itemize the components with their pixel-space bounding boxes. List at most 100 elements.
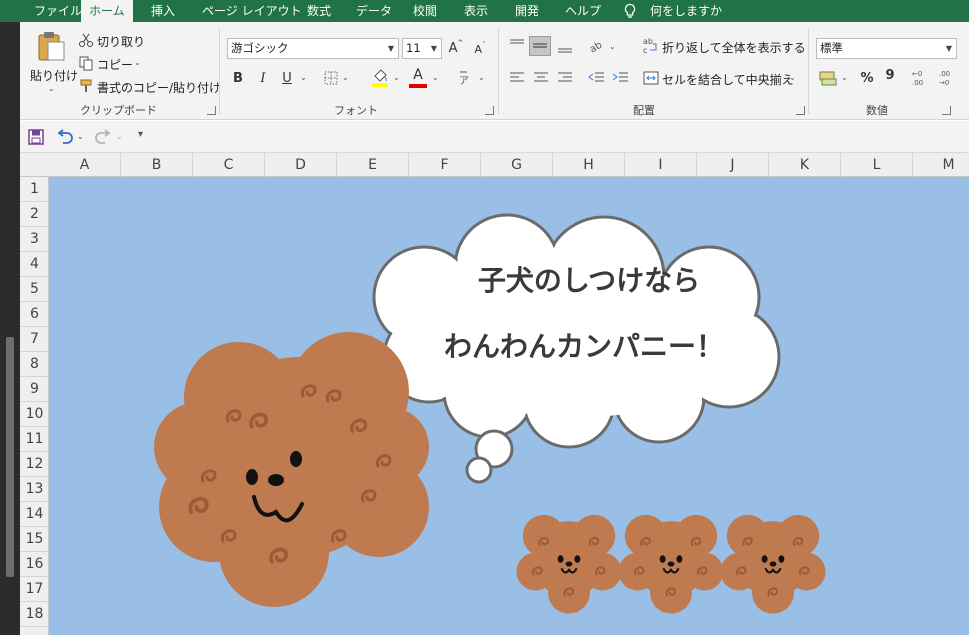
- redo-icon[interactable]: [94, 129, 112, 145]
- row-header-14[interactable]: 14: [20, 502, 49, 527]
- column-header-m[interactable]: M: [913, 153, 969, 177]
- percent-button[interactable]: %: [858, 69, 876, 87]
- tab-review[interactable]: 校閲: [405, 0, 445, 22]
- copy-dropdown-arrow[interactable]: ⌄: [134, 58, 141, 67]
- row-header-9[interactable]: 9: [20, 377, 49, 402]
- save-icon[interactable]: [28, 129, 44, 145]
- borders-dropdown-arrow[interactable]: ⌄: [342, 73, 349, 82]
- font-size-select[interactable]: 11 ▼: [402, 38, 442, 59]
- fill-color-icon[interactable]: [371, 68, 389, 88]
- tab-page-layout[interactable]: ページ レイアウト: [194, 0, 310, 22]
- font-launcher-icon[interactable]: [485, 106, 494, 115]
- currency-dropdown-arrow[interactable]: ⌄: [841, 73, 848, 82]
- column-header-c[interactable]: C: [193, 153, 265, 177]
- tab-data[interactable]: データ: [348, 0, 400, 22]
- clipboard-launcher-icon[interactable]: [207, 106, 216, 115]
- bold-button[interactable]: B: [229, 69, 247, 87]
- tab-view[interactable]: 表示: [456, 0, 496, 22]
- redo-dropdown-arrow[interactable]: ⌄: [116, 132, 123, 141]
- fill-color-dropdown-arrow[interactable]: ⌄: [393, 73, 400, 82]
- row-header-16[interactable]: 16: [20, 552, 49, 577]
- column-header-j[interactable]: J: [697, 153, 769, 177]
- row-header-18[interactable]: 18: [20, 602, 49, 627]
- decrease-indent-icon[interactable]: [587, 70, 605, 86]
- row-header-12[interactable]: 12: [20, 452, 49, 477]
- align-right-icon[interactable]: [556, 70, 574, 86]
- increase-indent-icon[interactable]: [611, 70, 629, 86]
- alignment-launcher-icon[interactable]: [796, 106, 805, 115]
- tab-formulas[interactable]: 数式: [299, 0, 339, 22]
- row-header-17[interactable]: 17: [20, 577, 49, 602]
- underline-button[interactable]: U: [278, 69, 296, 87]
- number-launcher-icon[interactable]: [942, 106, 951, 115]
- svg-text:←0: ←0: [912, 70, 922, 78]
- underline-dropdown-arrow[interactable]: ⌄: [300, 73, 307, 82]
- borders-icon[interactable]: [323, 70, 339, 86]
- format-painter-button[interactable]: 書式のコピー/貼り付け: [97, 79, 221, 96]
- phonetic-dropdown-arrow[interactable]: ⌄: [478, 73, 485, 82]
- copy-button[interactable]: コピー: [97, 56, 133, 73]
- wrap-text-button[interactable]: 折り返して全体を表示する: [662, 39, 806, 56]
- tell-me-search[interactable]: 何をしますか: [642, 0, 730, 22]
- undo-icon[interactable]: [56, 129, 74, 145]
- illustration-layer: [154, 213, 826, 614]
- font-color-dropdown-arrow[interactable]: ⌄: [432, 73, 439, 82]
- row-header-2[interactable]: 2: [20, 202, 49, 227]
- tab-insert[interactable]: 挿入: [143, 0, 183, 22]
- row-header-13[interactable]: 13: [20, 477, 49, 502]
- decrease-decimal-icon[interactable]: .00→0: [937, 68, 959, 88]
- tab-developer[interactable]: 開発: [507, 0, 547, 22]
- paste-dropdown-arrow[interactable]: ⌄: [48, 84, 55, 93]
- row-header-10[interactable]: 10: [20, 402, 49, 427]
- row-header-8[interactable]: 8: [20, 352, 49, 377]
- column-header-i[interactable]: I: [625, 153, 697, 177]
- shrink-font-button[interactable]: Aˇ: [472, 41, 488, 57]
- row-header-6[interactable]: 6: [20, 302, 49, 327]
- align-top-icon[interactable]: [508, 38, 526, 54]
- grow-font-button[interactable]: A ^: [448, 39, 464, 57]
- tab-help[interactable]: ヘルプ: [557, 0, 609, 22]
- column-header-b[interactable]: B: [121, 153, 193, 177]
- row-header-5[interactable]: 5: [20, 277, 49, 302]
- comma-style-button[interactable]: 9: [883, 66, 897, 84]
- merge-center-button[interactable]: セルを結合して中央揃え: [662, 71, 794, 88]
- undo-dropdown-arrow[interactable]: ⌄: [77, 132, 84, 141]
- italic-button[interactable]: I: [254, 69, 272, 87]
- align-bottom-icon[interactable]: [556, 38, 574, 54]
- tab-home[interactable]: ホーム: [81, 0, 133, 23]
- paste-button[interactable]: 貼り付け: [30, 67, 78, 84]
- column-header-f[interactable]: F: [409, 153, 481, 177]
- phonetic-icon[interactable]: ア: [457, 69, 473, 87]
- orientation-icon[interactable]: ab: [588, 38, 606, 54]
- left-scrollbar-thumb[interactable]: [6, 337, 14, 577]
- worksheet-canvas[interactable]: 子犬のしつけなら わんわんカンパニー！: [49, 177, 969, 635]
- row-header-11[interactable]: 11: [20, 427, 49, 452]
- row-header-3[interactable]: 3: [20, 227, 49, 252]
- merge-center-dropdown-arrow[interactable]: ⌄: [789, 73, 796, 82]
- align-left-icon[interactable]: [508, 70, 526, 86]
- increase-decimal-icon[interactable]: ←0.00: [910, 68, 932, 88]
- paste-icon[interactable]: [36, 30, 66, 62]
- cut-button[interactable]: 切り取り: [97, 33, 145, 50]
- row-header-1[interactable]: 1: [20, 177, 49, 202]
- font-name-select[interactable]: 游ゴシック ▼: [227, 38, 399, 59]
- customize-qat-icon[interactable]: ▾: [138, 129, 143, 140]
- font-color-button[interactable]: A: [409, 67, 427, 83]
- column-header-a[interactable]: A: [49, 153, 121, 177]
- column-header-h[interactable]: H: [553, 153, 625, 177]
- column-header-d[interactable]: D: [265, 153, 337, 177]
- column-header-l[interactable]: L: [841, 153, 913, 177]
- row-header-4[interactable]: 4: [20, 252, 49, 277]
- font-name-value: 游ゴシック: [231, 41, 289, 55]
- column-header-e[interactable]: E: [337, 153, 409, 177]
- number-format-select[interactable]: 標準 ▼: [816, 38, 957, 59]
- column-header-g[interactable]: G: [481, 153, 553, 177]
- align-middle-button[interactable]: [529, 36, 551, 56]
- orientation-dropdown-arrow[interactable]: ⌄: [609, 42, 616, 51]
- row-header-15[interactable]: 15: [20, 527, 49, 552]
- column-header-k[interactable]: K: [769, 153, 841, 177]
- format-painter-icon: [80, 79, 92, 92]
- align-center-icon[interactable]: [532, 70, 550, 86]
- currency-icon[interactable]: [818, 69, 838, 87]
- row-header-7[interactable]: 7: [20, 327, 49, 352]
